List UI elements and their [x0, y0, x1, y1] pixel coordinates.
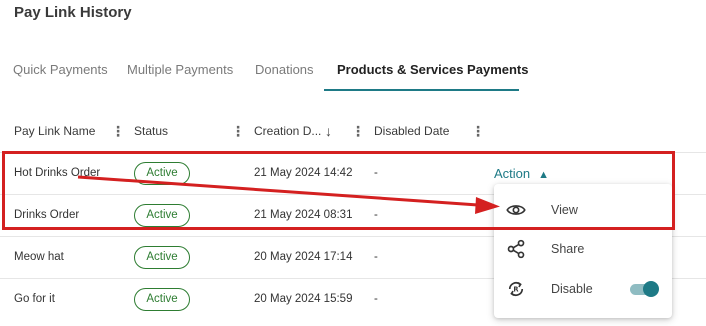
column-menu-icon[interactable]: ⋮ [351, 110, 365, 152]
table-header: Pay Link Name ⋮ Status ⋮ Creation D... ↓… [0, 110, 706, 152]
column-header-disabled-date[interactable]: Disabled Date [374, 110, 449, 152]
creation-date: 20 May 2024 15:59 [254, 293, 353, 305]
toggle-knob [643, 281, 659, 297]
disable-toggle[interactable] [628, 281, 659, 297]
status-badge: Active [134, 204, 190, 227]
status-badge: Active [134, 288, 190, 311]
pay-link-history-page: Pay Link History Quick Payments Multiple… [0, 0, 706, 326]
status-badge: Active [134, 246, 190, 269]
disabled-date: - [374, 251, 378, 263]
column-header-pay-link-name[interactable]: Pay Link Name [14, 110, 95, 152]
pay-link-name: Drinks Order [14, 209, 80, 221]
menu-item-disable[interactable]: R Disable [494, 269, 672, 309]
creation-date: 20 May 2024 17:14 [254, 251, 353, 263]
action-menu: View Share R Disable [494, 184, 672, 318]
creation-date: 21 May 2024 14:42 [254, 167, 353, 179]
column-header-creation-date[interactable]: Creation D... [254, 110, 321, 152]
column-header-status[interactable]: Status [134, 110, 168, 152]
disable-link-icon: R [508, 282, 524, 296]
status-badge: Active [134, 162, 190, 185]
menu-item-label: Disable [551, 282, 593, 296]
sort-descending-icon[interactable]: ↓ [325, 110, 332, 152]
pay-link-table: Pay Link Name ⋮ Status ⋮ Creation D... ↓… [0, 110, 706, 311]
creation-date: 21 May 2024 08:31 [254, 209, 353, 221]
column-menu-icon[interactable]: ⋮ [231, 110, 245, 152]
tab-quick-payments[interactable]: Quick Payments [13, 52, 108, 90]
svg-text:R: R [513, 286, 518, 294]
tab-products-services-payments[interactable]: Products & Services Payments [337, 52, 528, 90]
tab-donations[interactable]: Donations [255, 52, 314, 90]
disabled-date: - [374, 167, 378, 179]
tab-bar: Quick Payments Multiple Payments Donatio… [0, 52, 706, 92]
menu-item-share[interactable]: Share [494, 229, 672, 269]
column-menu-icon[interactable]: ⋮ [111, 110, 125, 152]
pay-link-name: Hot Drinks Order [14, 167, 101, 179]
menu-item-view[interactable]: View [494, 190, 672, 230]
pay-link-name: Meow hat [14, 251, 64, 263]
column-menu-icon[interactable]: ⋮ [471, 110, 485, 152]
disabled-date: - [374, 209, 378, 221]
disabled-date: - [374, 293, 378, 305]
share-icon [507, 239, 525, 259]
page-title: Pay Link History [14, 4, 132, 21]
eye-icon [506, 205, 526, 215]
menu-item-label: View [551, 203, 578, 217]
tab-multiple-payments[interactable]: Multiple Payments [127, 52, 233, 90]
menu-item-label: Share [551, 242, 585, 256]
action-label: Action [494, 166, 531, 181]
active-tab-indicator [324, 89, 519, 91]
pay-link-name: Go for it [14, 293, 55, 305]
